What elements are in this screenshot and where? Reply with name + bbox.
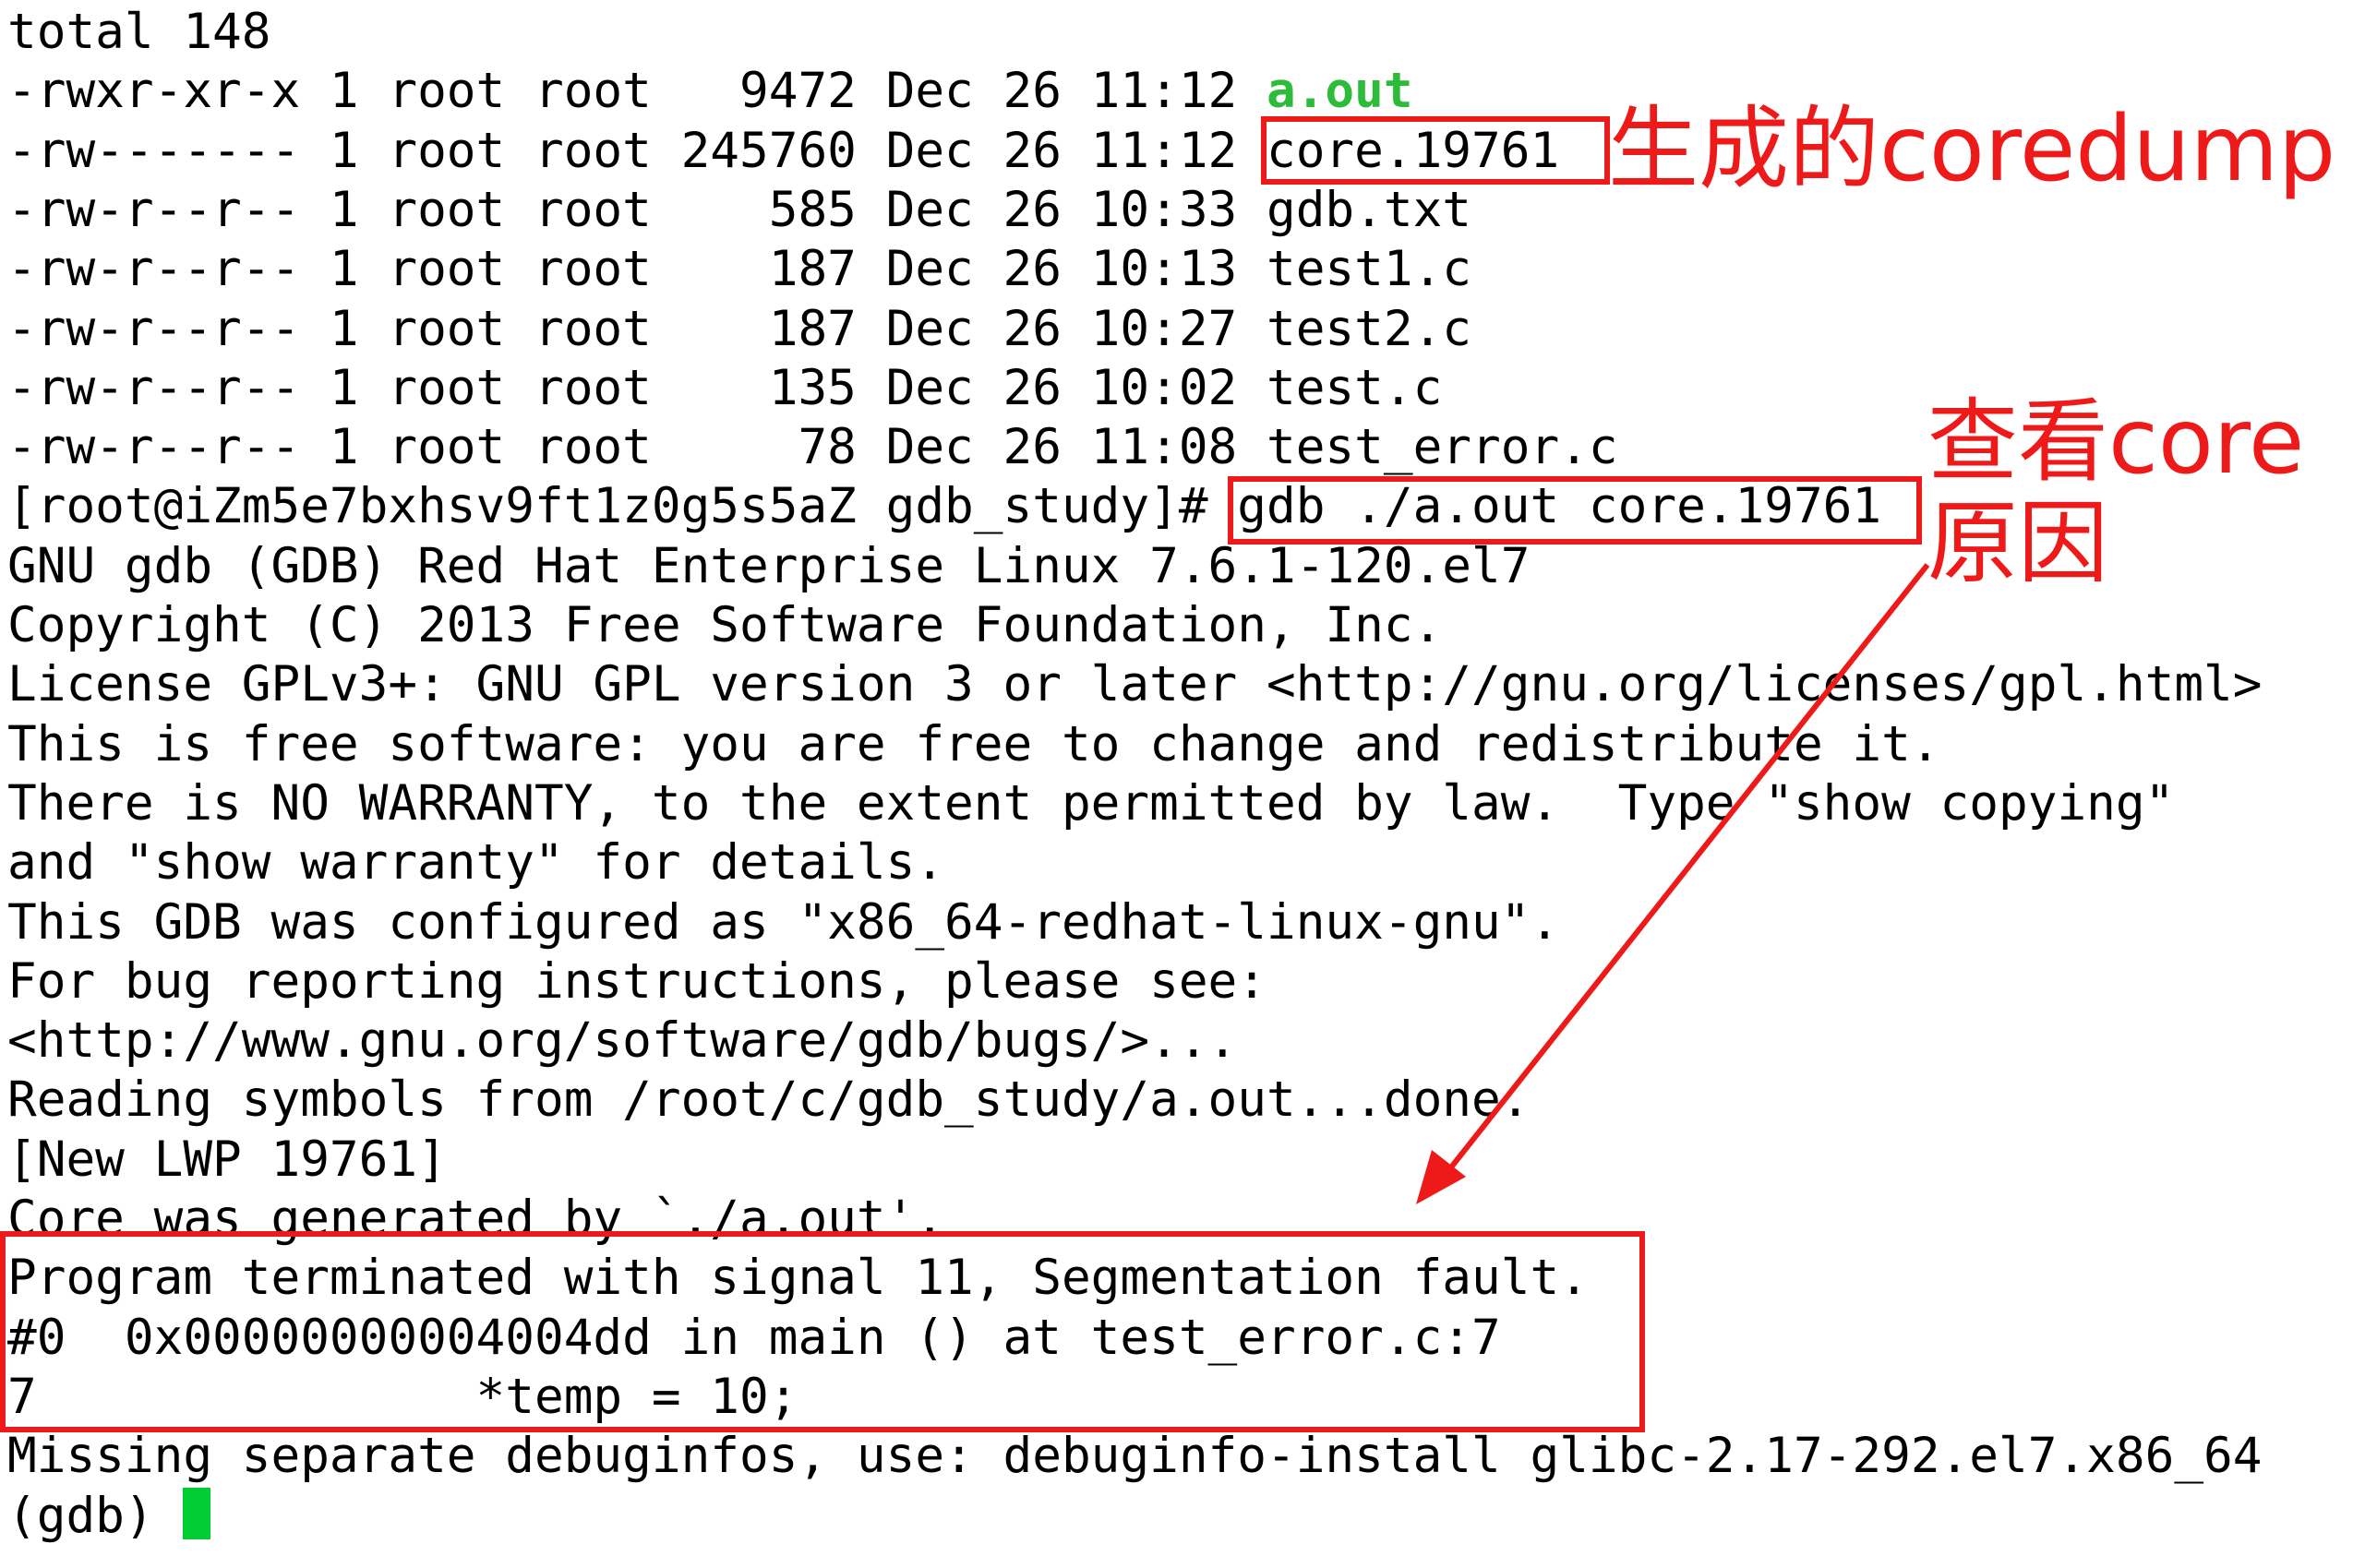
- line-text: There is NO WARRANTY, to the extent perm…: [7, 774, 2175, 832]
- terminal-line-total: total 148: [7, 3, 271, 62]
- terminal-line-ls-a-out: -rwxr-xr-x 1 root root 9472 Dec 26 11:12…: [7, 62, 1413, 121]
- terminal-cursor[interactable]: [183, 1487, 211, 1539]
- terminal-line-gdb-version: GNU gdb (GDB) Red Hat Enterprise Linux 7…: [7, 537, 1530, 596]
- terminal-line-license: License GPLv3+: GNU GPL version 3 or lat…: [7, 655, 2262, 714]
- gdb-command-highlight-box: [1228, 476, 1922, 545]
- executable-filename: a.out: [1266, 63, 1413, 120]
- line-text: <http://www.gnu.org/software/gdb/bugs/>.…: [7, 1012, 1238, 1070]
- view-core-annotation: 查看core 原因: [1927, 389, 2305, 596]
- line-text: GNU gdb (GDB) Red Hat Enterprise Linux 7…: [7, 537, 1531, 594]
- terminal-line-gdb-prompt: (gdb): [7, 1487, 211, 1546]
- crash-info-highlight-box: [0, 1231, 1645, 1432]
- terminal-line-configured: This GDB was configured as "x86_64-redha…: [7, 893, 1559, 952]
- coredump-annotation: 生成的coredump: [1608, 97, 2336, 202]
- terminal-line-ls-test: -rw-r--r-- 1 root root 135 Dec 26 10:02 …: [7, 359, 1442, 418]
- terminal-line-new-lwp: [New LWP 19761]: [7, 1131, 447, 1190]
- terminal-line-bug-reporting: For bug reporting instructions, please s…: [7, 952, 1267, 1011]
- terminal-line-copyright: Copyright (C) 2013 Free Software Foundat…: [7, 596, 1442, 655]
- terminal-line-ls-gdb-txt: -rw-r--r-- 1 root root 585 Dec 26 10:33 …: [7, 181, 1471, 240]
- line-text: (gdb): [7, 1487, 184, 1544]
- line-text: This is free software: you are free to c…: [7, 715, 1940, 772]
- terminal-line-bugs-url: <http://www.gnu.org/software/gdb/bugs/>.…: [7, 1011, 1237, 1071]
- line-text: License GPLv3+: GNU GPL version 3 or lat…: [7, 656, 2263, 713]
- line-text: -rw-r--r-- 1 root root 187 Dec 26 10:13 …: [7, 241, 1472, 298]
- line-text: -rw-r--r-- 1 root root 585 Dec 26 10:33 …: [7, 181, 1472, 238]
- terminal-line-ls-test-error: -rw-r--r-- 1 root root 78 Dec 26 11:08 t…: [7, 418, 1618, 477]
- terminal-line-warranty: There is NO WARRANTY, to the extent perm…: [7, 774, 2174, 833]
- terminal-line-missing-debuginfo: Missing separate debuginfos, use: debugi…: [7, 1427, 2262, 1486]
- terminal-line-free-software: This is free software: you are free to c…: [7, 715, 1940, 774]
- line-text: -rw-r--r-- 1 root root 187 Dec 26 10:27 …: [7, 300, 1472, 357]
- line-text: Reading symbols from /root/c/gdb_study/a…: [7, 1071, 1531, 1129]
- line-text: For bug reporting instructions, please s…: [7, 952, 1267, 1010]
- line-text: This GDB was configured as "x86_64-redha…: [7, 893, 1560, 951]
- line-text: -rw-r--r-- 1 root root 135 Dec 26 10:02 …: [7, 359, 1443, 416]
- line-text: [New LWP 19761]: [7, 1131, 447, 1188]
- line-text: -rwxr-xr-x 1 root root 9472 Dec 26 11:12: [7, 63, 1267, 120]
- terminal-line-ls-test1: -rw-r--r-- 1 root root 187 Dec 26 10:13 …: [7, 240, 1471, 299]
- terminal-line-reading-symbols: Reading symbols from /root/c/gdb_study/a…: [7, 1071, 1530, 1130]
- line-text: -rw-r--r-- 1 root root 78 Dec 26 11:08 t…: [7, 419, 1618, 476]
- line-text: total 148: [7, 4, 271, 60]
- core-file-highlight-box: [1261, 116, 1610, 185]
- line-text: Missing separate debuginfos, use: debugi…: [7, 1428, 2263, 1485]
- terminal-line-show-warranty: and "show warranty" for details.: [7, 833, 944, 892]
- terminal-line-ls-test2: -rw-r--r-- 1 root root 187 Dec 26 10:27 …: [7, 300, 1471, 359]
- line-text: Copyright (C) 2013 Free Software Foundat…: [7, 597, 1443, 653]
- line-text: and "show warranty" for details.: [7, 834, 945, 892]
